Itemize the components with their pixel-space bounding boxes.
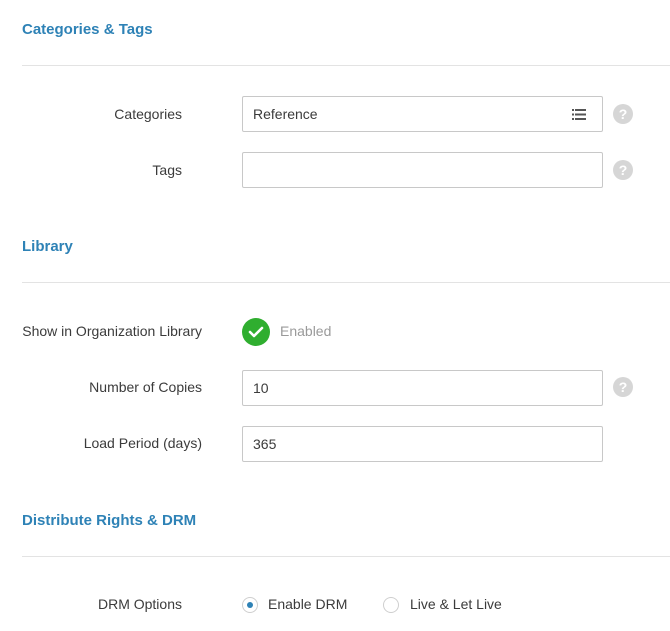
categories-help-icon[interactable]: ? [613,104,633,124]
show-in-library-status: Enabled [280,323,332,339]
section-divider [22,556,670,557]
list-icon[interactable] [572,109,586,120]
load-period-input[interactable] [242,426,603,462]
tags-input[interactable] [242,152,603,188]
section-divider [22,282,670,283]
load-period-label: Load Period (days) [83,435,202,451]
number-of-copies-input[interactable] [242,370,603,406]
number-of-copies-label: Number of Copies [89,379,202,395]
categories-select[interactable]: Reference [242,96,603,132]
show-in-library-label: Show in Organization Library [22,323,202,339]
drm-title: Distribute Rights & DRM [22,512,197,529]
section-divider [22,65,670,66]
tags-label: Tags [152,162,182,178]
categories-select-value: Reference [253,106,318,122]
tags-help-icon[interactable]: ? [613,160,633,180]
copies-help-icon[interactable]: ? [613,377,633,397]
categories-tags-title: Categories & Tags [22,21,153,38]
categories-label: Categories [114,106,182,122]
check-icon [248,326,264,338]
live-let-live-radio[interactable] [383,597,399,613]
show-in-library-toggle[interactable] [242,318,270,346]
enable-drm-radio[interactable] [242,597,258,613]
drm-options-label: DRM Options [97,596,182,612]
enable-drm-label[interactable]: Enable DRM [268,596,347,612]
live-let-live-label[interactable]: Live & Let Live [410,596,502,612]
library-title: Library [22,238,73,255]
